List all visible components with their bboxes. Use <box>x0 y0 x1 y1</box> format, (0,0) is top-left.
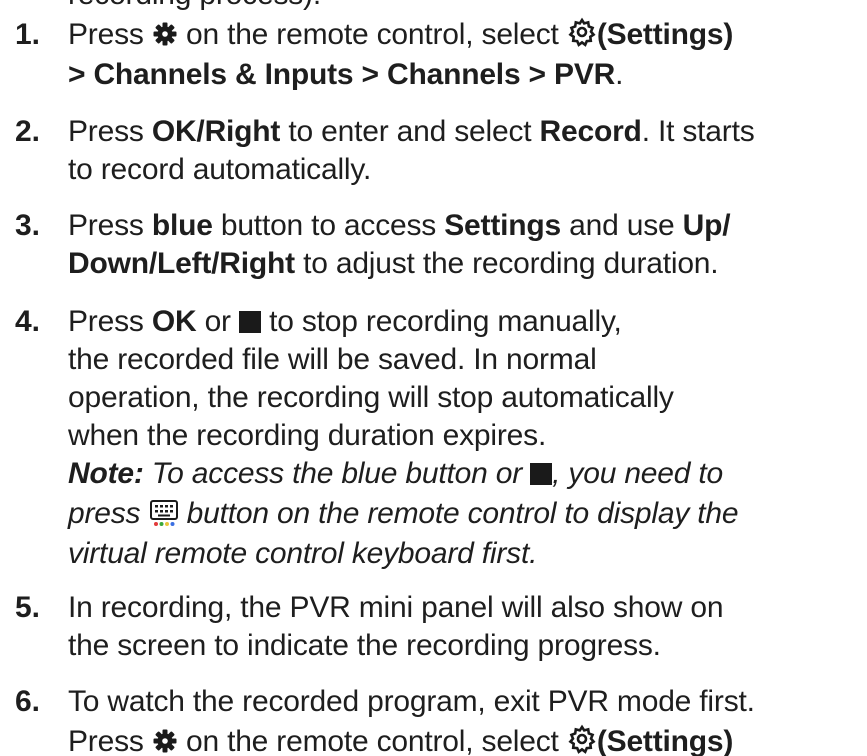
step-4-line-1: Press OK or to stop recording manually, <box>68 305 622 338</box>
step-4-number: 4. <box>15 305 41 338</box>
step-2-number: 2. <box>15 115 41 148</box>
step-4-line-2: the recorded file will be saved. In norm… <box>68 343 597 376</box>
step-1-line-1: Press on the remote control, select (Set… <box>68 17 734 51</box>
step-3-number: 3. <box>15 209 41 242</box>
step-3-line-1: Press blue button to access Settings and… <box>68 209 731 242</box>
virtual-keyboard-icon <box>149 499 179 527</box>
step-4-note-line-1: Note: To access the blue button or , you… <box>68 457 724 490</box>
step-4-line-4: when the recording duration expires. <box>68 419 547 452</box>
step-3-line-2: Down/Left/Right to adjust the recording … <box>68 247 719 280</box>
step-5-line-1: In recording, the PVR mini panel will al… <box>68 591 724 624</box>
step-1-line-2: > Channels & Inputs > Channels > PVR. <box>68 58 624 91</box>
stop-square-icon <box>530 463 553 485</box>
stop-square-icon <box>238 311 261 333</box>
step-2-line-1: Press OK/Right to enter and select Recor… <box>68 115 755 148</box>
step-6-number: 6. <box>15 685 41 718</box>
step-6-line-2: Press on the remote control, select (Set… <box>68 724 734 756</box>
settings-gear-icon <box>568 724 596 754</box>
manual-page: recording process). 1. Press on the remo… <box>0 0 867 756</box>
settings-gear-icon <box>568 17 596 47</box>
step-5-line-2: the screen to indicate the recording pro… <box>68 629 661 662</box>
step-6-line-1: To watch the recorded program, exit PVR … <box>68 685 755 718</box>
gear-menu-icon <box>153 729 177 753</box>
step-2-line-2: to record automatically. <box>68 153 372 186</box>
top-fragment: recording process). <box>68 0 321 14</box>
gear-menu-icon <box>153 22 177 46</box>
step-4-note-line-2: press button on the remote control to di… <box>68 497 739 530</box>
step-4-note-line-3: virtual remote control keyboard first. <box>68 537 538 570</box>
step-1-number: 1. <box>15 18 41 51</box>
step-5-number: 5. <box>15 591 41 624</box>
step-4-line-3: operation, the recording will stop autom… <box>68 381 674 414</box>
